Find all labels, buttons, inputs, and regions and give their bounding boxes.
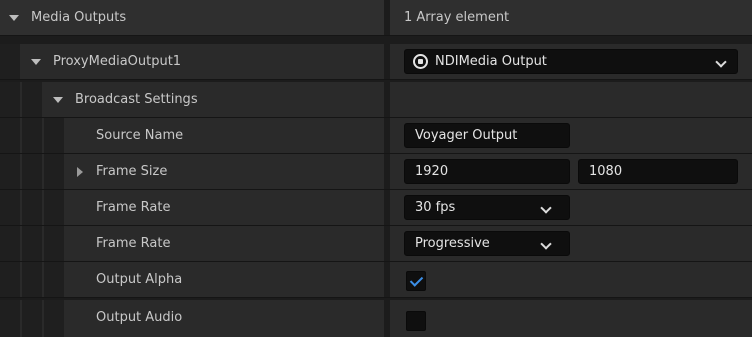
indent-guide [22,262,42,298]
indent-guide [44,300,64,337]
row-frame-rate: Frame Rate 30 fps [0,190,752,226]
indent-guide [22,82,42,118]
frame-format-value: Progressive [415,236,490,251]
indent-guide [44,118,64,154]
chevron-down-icon [715,56,727,68]
proxy-media-output-label: ProxyMediaOutput1 [53,54,182,69]
indent-guide [0,118,20,154]
row-source-name: Source Name Voyager Output [0,118,752,154]
source-name-input[interactable]: Voyager Output [404,123,570,148]
row-output-alpha: Output Alpha [0,262,752,298]
output-alpha-label: Output Alpha [96,272,183,287]
indent-guide [0,300,20,337]
details-panel: Media Outputs 1 Array element ProxyMedia… [0,0,752,337]
frame-rate-dropdown[interactable]: 30 fps [404,195,570,220]
frame-rate-value: 30 fps [415,200,456,215]
array-count-text: 1 Array element [404,10,510,25]
output-audio-checkbox[interactable] [406,311,426,331]
value-column [390,300,752,337]
indent-guide [0,190,20,226]
frame-format-dropdown[interactable]: Progressive [404,231,570,256]
frame-width-input[interactable]: 1920 [404,159,570,184]
indent-guide [44,262,64,298]
chevron-down-icon [540,202,552,214]
row-broadcast-settings[interactable]: Broadcast Settings [0,82,752,118]
row-separator [0,79,752,80]
expand-arrow-icon[interactable] [53,97,63,103]
ndi-media-icon [413,54,428,69]
indent-guide [44,190,64,226]
checkmark-icon [409,273,424,287]
value-column [390,262,752,298]
row-proxy-media-output[interactable]: ProxyMediaOutput1 NDIMedia Output [0,44,752,80]
indent-guide [0,262,20,298]
indent-guide [0,154,20,190]
indent-guide [22,226,42,262]
frame-rate-label: Frame Rate [96,200,171,215]
row-output-audio: Output Audio [0,300,752,337]
output-alpha-checkbox[interactable] [406,271,426,291]
row-separator [0,297,752,298]
indent-guide [0,226,20,262]
row-frame-size[interactable]: Frame Size 1920 1080 [0,154,752,190]
indent-guide [22,118,42,154]
indent-guide [22,154,42,190]
indent-guide [44,226,64,262]
indent-guide [44,154,64,190]
frame-format-label: Frame Rate [96,236,171,251]
frame-size-label: Frame Size [96,164,168,179]
media-outputs-label: Media Outputs [31,10,127,25]
row-separator [0,35,752,36]
row-frame-format: Frame Rate Progressive [0,226,752,262]
indent-guide [22,190,42,226]
chevron-down-icon [540,238,552,250]
broadcast-settings-label: Broadcast Settings [75,92,198,107]
indent-guide [0,82,20,118]
value-column [390,82,752,118]
expand-arrow-icon[interactable] [77,167,83,177]
output-audio-label: Output Audio [96,310,183,325]
expand-arrow-icon[interactable] [31,59,41,65]
media-output-class-value: NDIMedia Output [435,54,547,69]
source-name-label: Source Name [96,128,184,143]
media-output-class-dropdown[interactable]: NDIMedia Output [404,49,738,74]
expand-arrow-icon[interactable] [9,15,19,21]
indent-guide [0,44,20,80]
row-media-outputs[interactable]: Media Outputs 1 Array element [0,0,752,36]
frame-height-input[interactable]: 1080 [578,159,738,184]
indent-guide [22,300,42,337]
